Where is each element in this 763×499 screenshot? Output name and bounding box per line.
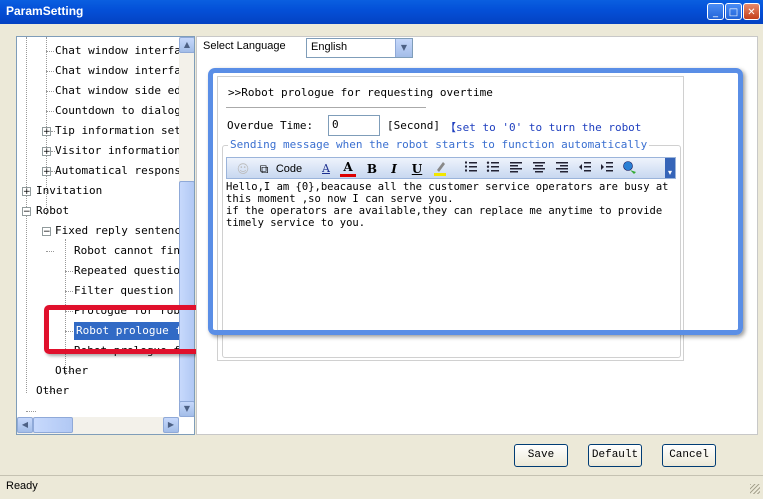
cancel-button[interactable]: Cancel <box>662 444 716 467</box>
tree-item-other-robot[interactable]: Other <box>55 362 88 380</box>
title-bar: ParamSetting _ □ ✕ <box>0 0 763 24</box>
scroll-right-icon[interactable]: ▶ <box>163 417 179 433</box>
tree-item-automatical-response[interactable]: Automatical response <box>55 162 179 180</box>
expand-icon[interactable]: + <box>42 127 51 137</box>
tree-vertical-scrollbar[interactable]: ▲ ▼ <box>179 37 194 417</box>
expand-icon[interactable]: + <box>22 187 31 197</box>
tree-item-other[interactable]: Other <box>36 382 69 400</box>
window-title: ParamSetting <box>6 4 84 18</box>
tree-item-visitor-information[interactable]: Visitor information display <box>55 142 179 160</box>
tree-item-chat-window-interface-layout[interactable]: Chat window interface layout <box>55 62 179 80</box>
tree-item-tip-information[interactable]: Tip information setting <box>55 122 179 140</box>
highlight-box-blue <box>208 68 743 335</box>
expand-icon[interactable]: + <box>42 167 51 177</box>
status-bar: Ready <box>0 475 763 499</box>
tree-item-fixed-reply-sentence[interactable]: Fixed reply sentence <box>55 222 179 240</box>
settings-tree: Chat window interface setting Chat windo… <box>16 36 195 435</box>
tree-item-chat-window-side-edge[interactable]: Chat window side edge <box>55 82 179 100</box>
maximize-button[interactable]: □ <box>725 3 742 20</box>
language-select[interactable]: English ▼ <box>306 38 413 58</box>
tree-item-repeated-question[interactable]: Repeated question <box>74 262 179 280</box>
tree-item-invitation[interactable]: Invitation <box>36 182 102 200</box>
scroll-down-icon[interactable]: ▼ <box>179 401 194 417</box>
minimize-button[interactable]: _ <box>707 3 724 20</box>
scroll-up-icon[interactable]: ▲ <box>179 37 194 53</box>
scroll-thumb[interactable] <box>179 181 194 403</box>
tree-item-chat-window-interface-setting[interactable]: Chat window interface setting <box>55 42 179 60</box>
settings-panel: Select Language English ▼ >>Robot prolog… <box>196 36 758 435</box>
highlight-box-red <box>44 305 202 354</box>
collapse-icon[interactable]: − <box>22 207 31 217</box>
scroll-thumb[interactable] <box>33 417 73 433</box>
tree-item-filter-question[interactable]: Filter question <box>74 282 173 300</box>
close-button[interactable]: ✕ <box>743 3 760 20</box>
resize-grip-icon[interactable] <box>750 484 760 494</box>
collapse-icon[interactable]: − <box>42 227 51 237</box>
tree-horizontal-scrollbar[interactable]: ◀ ▶ <box>17 417 179 434</box>
chevron-down-icon[interactable]: ▼ <box>395 39 412 57</box>
expand-icon[interactable]: + <box>42 147 51 157</box>
language-label: Select Language <box>203 40 286 52</box>
status-text: Ready <box>6 480 38 492</box>
language-value: English <box>311 41 348 53</box>
scroll-left-icon[interactable]: ◀ <box>17 417 33 433</box>
tree-item-robot[interactable]: Robot <box>36 202 69 220</box>
tree-item-countdown-to-dialog[interactable]: Countdown to dialog <box>55 102 179 120</box>
tree-item-robot-cannot-find[interactable]: Robot cannot find answer <box>74 242 179 260</box>
save-button[interactable]: Save <box>514 444 568 467</box>
default-button[interactable]: Default <box>588 444 642 467</box>
